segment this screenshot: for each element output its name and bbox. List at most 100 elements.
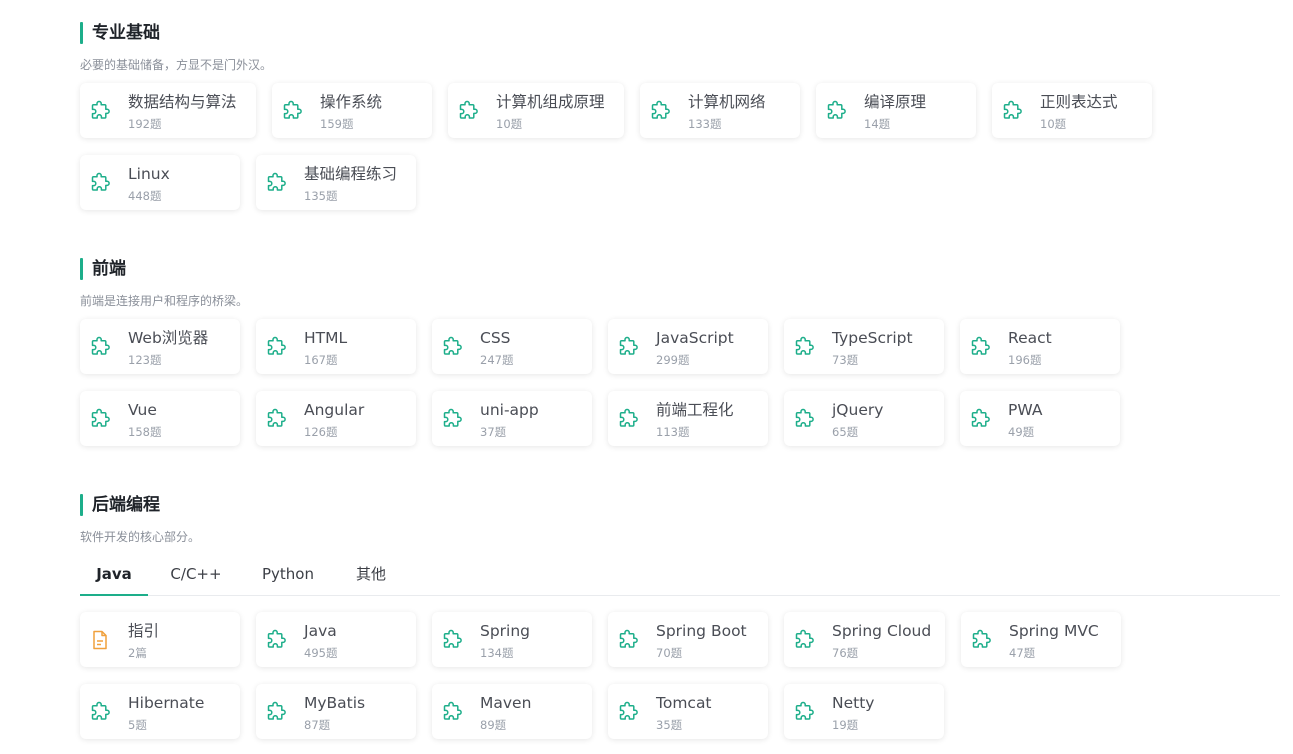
topic-name: Java — [304, 622, 337, 640]
puzzle-icon — [825, 100, 847, 122]
topic-count: 73题 — [832, 353, 859, 367]
puzzle-icon — [281, 100, 303, 122]
section-title: 专业基础 — [80, 22, 272, 44]
topic-count: 135题 — [304, 189, 338, 203]
puzzle-icon — [89, 172, 111, 194]
document-icon — [89, 629, 111, 651]
puzzle-icon — [441, 336, 463, 358]
topic-count: 167题 — [304, 353, 338, 367]
topic-card[interactable]: Linux 448题 — [80, 155, 240, 210]
topic-card[interactable]: Netty 19题 — [784, 684, 944, 739]
topic-count: 123题 — [128, 353, 162, 367]
topic-count: 37题 — [480, 425, 507, 439]
topic-card[interactable]: jQuery 65题 — [784, 391, 944, 446]
topic-card[interactable]: 数据结构与算法 192题 — [80, 83, 256, 138]
topic-card[interactable]: 基础编程练习 135题 — [256, 155, 416, 210]
topic-card[interactable]: Web浏览器 123题 — [80, 319, 240, 374]
topic-name: 计算机网络 — [688, 93, 766, 111]
topic-card[interactable]: 指引 2篇 — [80, 612, 240, 667]
topic-card[interactable]: 前端工程化 113题 — [608, 391, 768, 446]
topic-count: 158题 — [128, 425, 162, 439]
section-title: 前端 — [80, 258, 248, 280]
topic-card[interactable]: 计算机组成原理 10题 — [448, 83, 624, 138]
puzzle-icon — [617, 629, 639, 651]
puzzle-icon — [265, 336, 287, 358]
topic-count: 76题 — [832, 646, 859, 660]
topic-card[interactable]: Spring MVC 47题 — [961, 612, 1121, 667]
topic-card[interactable]: uni-app 37题 — [432, 391, 592, 446]
topic-name: Netty — [832, 694, 875, 712]
topic-count: 89题 — [480, 718, 507, 732]
tab-java[interactable]: Java — [80, 563, 148, 596]
topic-card[interactable]: TypeScript 73题 — [784, 319, 944, 374]
topic-card[interactable]: HTML 167题 — [256, 319, 416, 374]
topic-count: 19题 — [832, 718, 859, 732]
topic-count: 49题 — [1008, 425, 1035, 439]
topic-card[interactable]: 操作系统 159题 — [272, 83, 432, 138]
topic-grid: 数据结构与算法 192题 操作系统 159题 计算机组成原理 10题 计算机网络 133题 编译… — [80, 83, 1152, 210]
tab-python[interactable]: Python — [252, 563, 324, 594]
topic-card[interactable]: PWA 49题 — [960, 391, 1120, 446]
topic-name: 计算机组成原理 — [496, 93, 605, 111]
topic-card[interactable]: CSS 247题 — [432, 319, 592, 374]
topic-name: Linux — [128, 165, 170, 183]
topic-card[interactable]: 正则表达式 10题 — [992, 83, 1152, 138]
topic-name: 前端工程化 — [656, 401, 734, 419]
topic-card[interactable]: Vue 158题 — [80, 391, 240, 446]
topic-card[interactable]: Spring 134题 — [432, 612, 592, 667]
section-title: 后端编程 — [80, 494, 1280, 516]
puzzle-icon — [265, 629, 287, 651]
topic-name: React — [1008, 329, 1052, 347]
topic-name: Spring MVC — [1009, 622, 1099, 640]
topic-card[interactable]: Java 495题 — [256, 612, 416, 667]
topic-count: 5题 — [128, 718, 147, 732]
topic-name: 编译原理 — [864, 93, 927, 111]
topic-name: Angular — [304, 401, 365, 419]
topic-name: MyBatis — [304, 694, 366, 712]
tab-c-cpp[interactable]: C/C++ — [164, 563, 228, 594]
puzzle-icon — [89, 336, 111, 358]
puzzle-icon — [793, 336, 815, 358]
topic-card[interactable]: Maven 89题 — [432, 684, 592, 739]
puzzle-icon — [970, 629, 992, 651]
topic-card[interactable]: MyBatis 87题 — [256, 684, 416, 739]
topic-card[interactable]: Tomcat 35题 — [608, 684, 768, 739]
topic-count: 14题 — [864, 117, 891, 131]
topic-count: 35题 — [656, 718, 683, 732]
topic-name: Tomcat — [656, 694, 712, 712]
topic-name: Spring Boot — [656, 622, 747, 640]
topic-card[interactable]: Spring Cloud 76题 — [784, 612, 945, 667]
puzzle-icon — [617, 408, 639, 430]
topic-card[interactable]: JavaScript 299题 — [608, 319, 768, 374]
topic-name: uni-app — [480, 401, 539, 419]
puzzle-icon — [265, 408, 287, 430]
puzzle-icon — [265, 172, 287, 194]
topic-card[interactable]: 计算机网络 133题 — [640, 83, 800, 138]
puzzle-icon — [617, 336, 639, 358]
topic-grid: 指引 2篇 Java 495题 Spring 134题 Spring Boot 70题 Spri… — [80, 612, 1280, 739]
topic-count: 126题 — [304, 425, 338, 439]
topic-name: jQuery — [832, 401, 884, 419]
puzzle-icon — [265, 701, 287, 723]
section-backend: 后端编程 软件开发的核心部分。 Java C/C++ Python 其他 指引 2… — [80, 494, 1280, 739]
topic-count: 70题 — [656, 646, 683, 660]
topic-name: 基础编程练习 — [304, 165, 398, 183]
puzzle-icon — [649, 100, 671, 122]
topic-grid: Web浏览器 123题 HTML 167题 CSS 247题 JavaScript 299题 T… — [80, 319, 1120, 446]
topic-card[interactable]: Hibernate 5题 — [80, 684, 240, 739]
topic-count: 133题 — [688, 117, 722, 131]
puzzle-icon — [441, 629, 463, 651]
tab-other[interactable]: 其他 — [346, 563, 396, 594]
puzzle-icon — [89, 100, 111, 122]
topic-name: Spring Cloud — [832, 622, 932, 640]
topic-count: 495题 — [304, 646, 338, 660]
topic-count: 192题 — [128, 117, 162, 131]
topic-card[interactable]: React 196题 — [960, 319, 1120, 374]
topic-card[interactable]: Angular 126题 — [256, 391, 416, 446]
topic-name: Maven — [480, 694, 532, 712]
topic-name: Web浏览器 — [128, 329, 209, 347]
topic-card[interactable]: 编译原理 14题 — [816, 83, 976, 138]
topic-card[interactable]: Spring Boot 70题 — [608, 612, 768, 667]
puzzle-icon — [457, 100, 479, 122]
topic-count: 299题 — [656, 353, 690, 367]
